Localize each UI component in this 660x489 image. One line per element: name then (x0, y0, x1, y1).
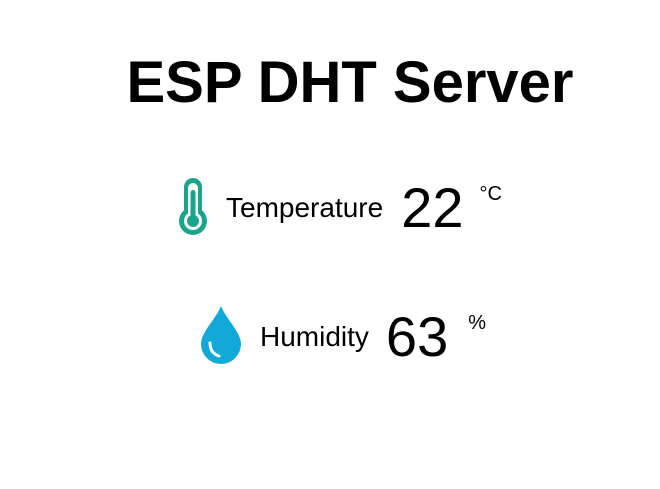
temperature-unit: °C (479, 183, 502, 205)
humidity-label: Humidity (260, 321, 369, 352)
water-drop-icon (200, 305, 242, 370)
temperature-reading: Temperature 22 °C (177, 176, 502, 240)
page: ESP DHT Server Temperature 22 °C Humidit… (0, 0, 660, 489)
humidity-value: 63 (385, 305, 449, 368)
thermometer-icon (177, 176, 209, 241)
temperature-value: 22 (401, 176, 464, 239)
page-title: ESP DHT Server (126, 50, 574, 115)
humidity-unit: % (468, 312, 487, 334)
humidity-reading: Humidity 63 % (200, 305, 486, 369)
temperature-label: Temperature (226, 192, 384, 223)
